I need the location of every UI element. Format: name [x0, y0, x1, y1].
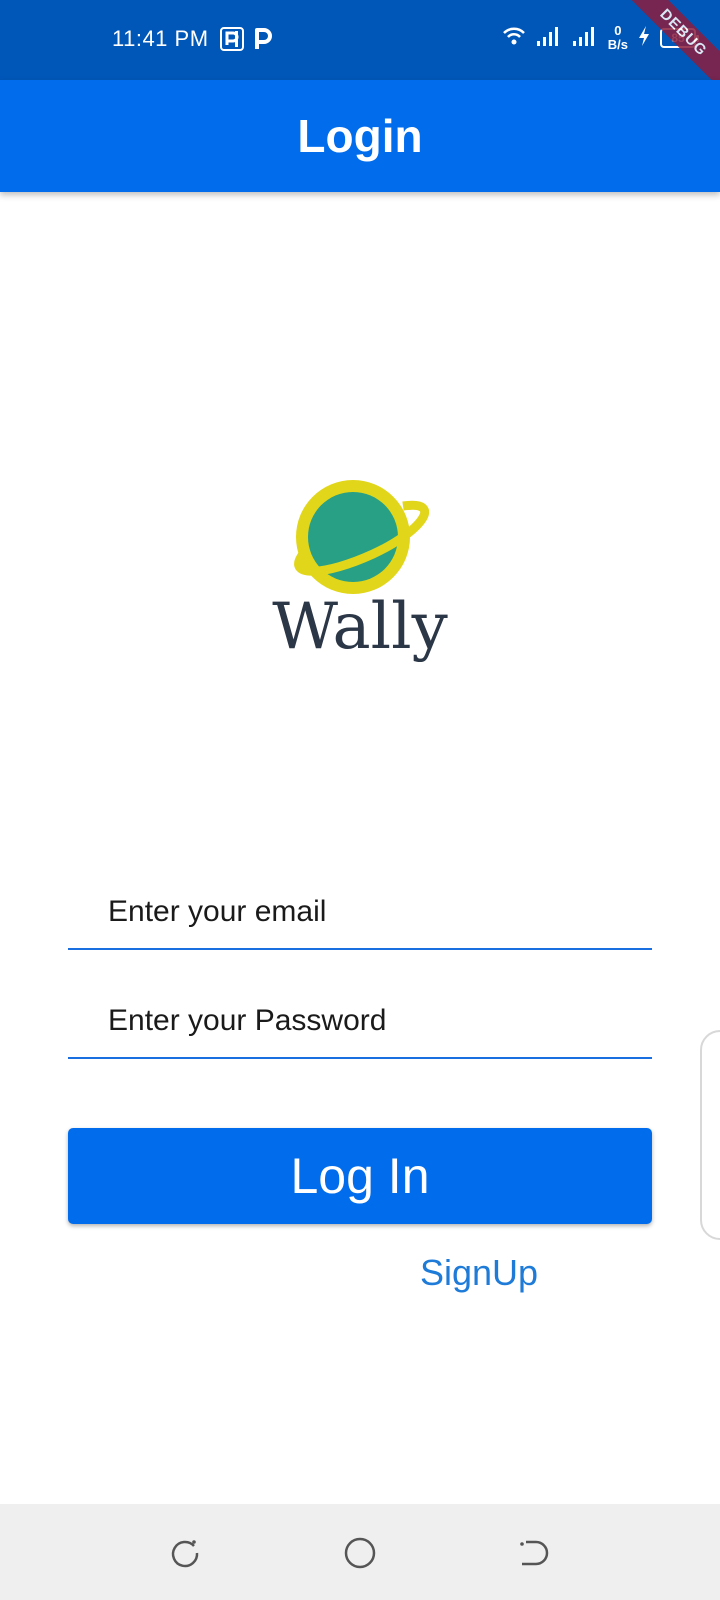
page-title: Login [297, 110, 423, 162]
login-button[interactable]: Log In [68, 1128, 652, 1224]
app-bar: Login [0, 80, 720, 192]
login-button-label: Log In [290, 1148, 430, 1204]
logo-text: Wally [272, 590, 448, 664]
edge-panel-handle[interactable] [700, 1030, 720, 1240]
charging-icon [638, 25, 650, 52]
signup-link[interactable]: SignUp [420, 1252, 538, 1294]
recent-apps-icon[interactable] [168, 1536, 202, 1570]
network-speed-value: 0 [614, 23, 622, 38]
status-time: 11:41 PM [112, 26, 209, 51]
status-bar: 11:41 PM 0 B/s 85 DEBUG [0, 0, 720, 96]
signal-icon [572, 25, 598, 52]
back-icon[interactable] [516, 1536, 550, 1570]
wally-logo: Wally [255, 480, 465, 690]
navigation-bar [0, 1504, 720, 1600]
p-app-icon [252, 27, 274, 56]
email-input[interactable] [108, 890, 628, 934]
password-field[interactable] [68, 979, 652, 1059]
home-icon[interactable] [343, 1536, 377, 1570]
network-speed: 0 B/s [608, 24, 628, 52]
wifi-icon [502, 26, 526, 51]
parking-app-icon [220, 27, 244, 56]
signal-icon [536, 25, 562, 52]
email-field[interactable] [68, 870, 652, 950]
network-speed-unit: B/s [607, 37, 628, 52]
password-input[interactable] [108, 999, 628, 1043]
